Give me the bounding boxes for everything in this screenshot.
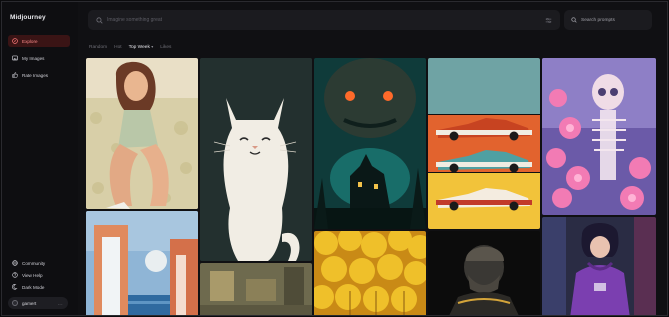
avatar — [12, 300, 18, 306]
app-logo: Midjourney — [10, 14, 46, 21]
prompt-search-bar[interactable]: Search prompts — [564, 10, 652, 30]
filter-hot[interactable]: Hot — [114, 45, 121, 50]
search-icon — [96, 16, 103, 24]
sidebar-item-label: Community — [22, 260, 46, 266]
sidebar-item-label: View Help — [22, 272, 43, 278]
feed-filters: Random Hot Top Week ▾ Likes — [89, 44, 171, 50]
thumbs-up-icon — [12, 72, 18, 78]
sidebar-item-explore[interactable]: Explore — [8, 35, 70, 47]
sidebar-item-dark-mode[interactable]: Dark Mode — [8, 281, 70, 293]
chevron-down-icon: ▾ — [151, 44, 154, 49]
sidebar-item-label: Rate Images — [22, 72, 49, 78]
sidebar-item-label: Dark Mode — [22, 284, 45, 290]
search-input[interactable]: Imagine something great — [107, 17, 162, 23]
images-icon — [12, 55, 18, 61]
help-icon — [12, 272, 18, 278]
image-tile-woman-floral[interactable] — [86, 58, 198, 209]
image-grid — [86, 58, 656, 315]
filter-top-week[interactable]: Top Week ▾ — [129, 44, 154, 50]
image-tile-architecture[interactable] — [86, 211, 198, 315]
sidebar-item-view-help[interactable]: View Help — [8, 269, 70, 281]
image-tile-skeleton-flowers[interactable] — [542, 58, 656, 215]
user-menu[interactable]: gamert ... — [8, 297, 68, 309]
filter-likes[interactable]: Likes — [160, 45, 171, 50]
filter-random[interactable]: Random — [89, 45, 107, 50]
sidebar-item-label: My Images — [22, 55, 45, 61]
prompt-search-input[interactable]: Search prompts — [581, 18, 615, 23]
globe-icon — [12, 260, 18, 266]
more-options-icon[interactable]: ... — [58, 301, 63, 306]
image-tile-retro-cars[interactable] — [428, 58, 540, 229]
image-tile-stone-statue[interactable] — [428, 231, 540, 315]
app-window: Midjourney Explore My Images Rate Images… — [1, 1, 668, 316]
image-tile-yellow-forest[interactable] — [314, 231, 426, 315]
settings-sliders-icon[interactable] — [545, 17, 552, 24]
image-tile-white-cat[interactable] — [200, 58, 312, 261]
moon-icon — [12, 284, 18, 290]
image-tile-purple-hoodie[interactable] — [542, 217, 656, 315]
sidebar-item-rate-images[interactable]: Rate Images — [8, 69, 70, 81]
search-icon — [571, 17, 577, 23]
compass-icon — [12, 38, 18, 44]
sidebar: Midjourney Explore My Images Rate Images… — [2, 2, 78, 315]
image-tile-interior[interactable] — [200, 263, 312, 315]
sidebar-item-my-images[interactable]: My Images — [8, 52, 70, 64]
imagine-search-bar[interactable]: Imagine something great — [88, 10, 560, 30]
sidebar-item-community[interactable]: Community — [8, 257, 70, 269]
user-name: gamert — [22, 300, 37, 306]
sidebar-item-label: Explore — [22, 38, 38, 44]
image-tile-haunted-house[interactable] — [314, 58, 426, 229]
